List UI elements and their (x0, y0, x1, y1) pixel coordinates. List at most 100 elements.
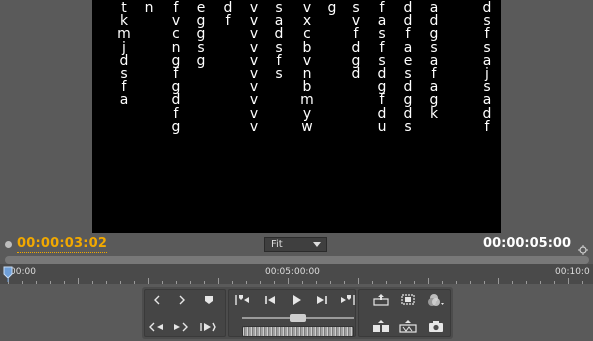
video-text-char: w (301, 118, 313, 135)
settings-icon[interactable] (578, 240, 588, 255)
step-back-button[interactable] (261, 291, 279, 308)
ruler-tick (512, 281, 513, 284)
step-forward-button[interactable] (313, 291, 331, 308)
ruler-tick (372, 281, 373, 284)
ruler-tick (554, 281, 555, 284)
video-text-char: a (119, 92, 129, 109)
add-marker-button[interactable] (200, 291, 218, 308)
ruler-tick (274, 281, 275, 284)
ruler-tick (344, 281, 345, 284)
play-in-to-out-button[interactable] (199, 318, 217, 335)
ruler-tick (316, 281, 317, 284)
ruler-tick (92, 281, 93, 284)
video-text-column: sadsfs (272, 1, 286, 82)
jog-dial[interactable] (242, 326, 354, 337)
ruler-tick (260, 281, 261, 284)
trim-monitor-button[interactable] (372, 318, 390, 335)
ruler-tick (232, 281, 233, 284)
ruler-label-start: 00:00 (10, 267, 36, 277)
overwrite-button[interactable] (399, 318, 417, 335)
ruler-tick (176, 281, 177, 284)
program-monitor-panel: tkmjdsfanfvcngfgdfgeggsgdfvvvvvvvvvvsads… (0, 0, 593, 341)
playhead-position-icon (5, 241, 12, 248)
video-text-column: fvcngfgdfg (169, 1, 183, 135)
chevron-down-icon (313, 242, 321, 247)
ruler-tick (414, 281, 415, 284)
ruler-tick (442, 281, 443, 284)
ruler-tick (582, 281, 583, 284)
video-text-char: g (196, 52, 206, 69)
video-text-char: v (249, 118, 259, 135)
video-text-char: u (377, 118, 387, 135)
ruler-tick (218, 278, 219, 284)
video-display: tkmjdsfanfvcngfgdfgeggsgdfvvvvvvvvvvsads… (92, 0, 501, 233)
ruler-tick (106, 281, 107, 284)
video-text-column: adgsafagk (427, 1, 441, 122)
video-text-column: vvvvvvvvvv (247, 1, 261, 135)
ruler-tick (22, 281, 23, 284)
ruler-tick (358, 278, 359, 284)
ruler-tick (246, 281, 247, 284)
video-text-column: g (325, 0, 339, 16)
current-timecode[interactable]: 00:00:03:02 (17, 236, 108, 253)
video-text-char: d (351, 65, 361, 82)
zoom-level-select[interactable]: Fit (264, 237, 327, 252)
ruler-tick (204, 281, 205, 284)
video-text-column: tkmjdsfa (117, 1, 131, 109)
ruler-tick (190, 281, 191, 284)
ruler-tick (162, 281, 163, 284)
duration-timecode: 00:00:05:00 (483, 236, 571, 251)
video-text-column: n (142, 0, 156, 16)
ruler-tick (484, 281, 485, 284)
ruler-tick (568, 278, 569, 284)
ruler-tick (330, 281, 331, 284)
mark-in-button[interactable] (148, 291, 166, 308)
ruler-tick (64, 281, 65, 284)
video-text-char: f (484, 118, 490, 135)
ruler-tick (302, 281, 303, 284)
time-ruler[interactable]: 00:00 00:05:00:00 00:10:0 (0, 264, 593, 284)
video-text-char: g (327, 0, 337, 16)
video-text-column: eggsg (194, 1, 208, 69)
color-channels-icon[interactable] (427, 291, 445, 308)
go-to-out-button[interactable] (172, 318, 190, 335)
video-text-column: svfdgd (349, 1, 363, 82)
zoom-level-value: Fit (271, 239, 283, 250)
ruler-tick (470, 281, 471, 284)
video-text-column: dsfsajsadf (480, 1, 494, 135)
video-text-column: ddfaesdgds (401, 1, 415, 135)
current-time-indicator[interactable] (3, 266, 13, 282)
ruler-label-end: 00:10:0 (555, 267, 590, 277)
ruler-tick (50, 281, 51, 284)
go-to-previous-marker-button[interactable] (233, 291, 251, 308)
video-text-char: k (429, 105, 439, 122)
go-to-next-marker-button[interactable] (339, 291, 357, 308)
mark-out-button[interactable] (173, 291, 191, 308)
ruler-tick (386, 281, 387, 284)
video-text-char: n (144, 0, 154, 16)
play-button[interactable] (287, 291, 305, 308)
ruler-label-mid: 00:05:00:00 (265, 267, 320, 277)
shuttle-knob[interactable] (290, 314, 306, 322)
lift-button[interactable] (372, 291, 390, 308)
shuttle-slider[interactable] (242, 314, 354, 322)
go-to-in-button[interactable] (147, 318, 165, 335)
ruler-tick (400, 281, 401, 284)
ruler-tick (134, 281, 135, 284)
extract-button[interactable] (399, 291, 417, 308)
video-text-column: vxcbvnbmyw (300, 1, 314, 135)
ruler-tick (288, 278, 289, 284)
ruler-tick (36, 281, 37, 284)
video-text-char: f (225, 13, 231, 30)
video-text-char: s (404, 118, 412, 135)
timeline-zoom-scrollbar[interactable] (5, 256, 589, 264)
video-text-column: df (221, 1, 235, 30)
ruler-tick (526, 281, 527, 284)
video-text-char: g (171, 118, 181, 135)
export-frame-camera-icon[interactable] (427, 318, 445, 335)
ruler-tick (456, 281, 457, 284)
ruler-tick (540, 281, 541, 284)
video-text-char: s (275, 65, 283, 82)
video-text-column: fasfsdgfdu (375, 1, 389, 135)
ruler-tick (120, 281, 121, 284)
